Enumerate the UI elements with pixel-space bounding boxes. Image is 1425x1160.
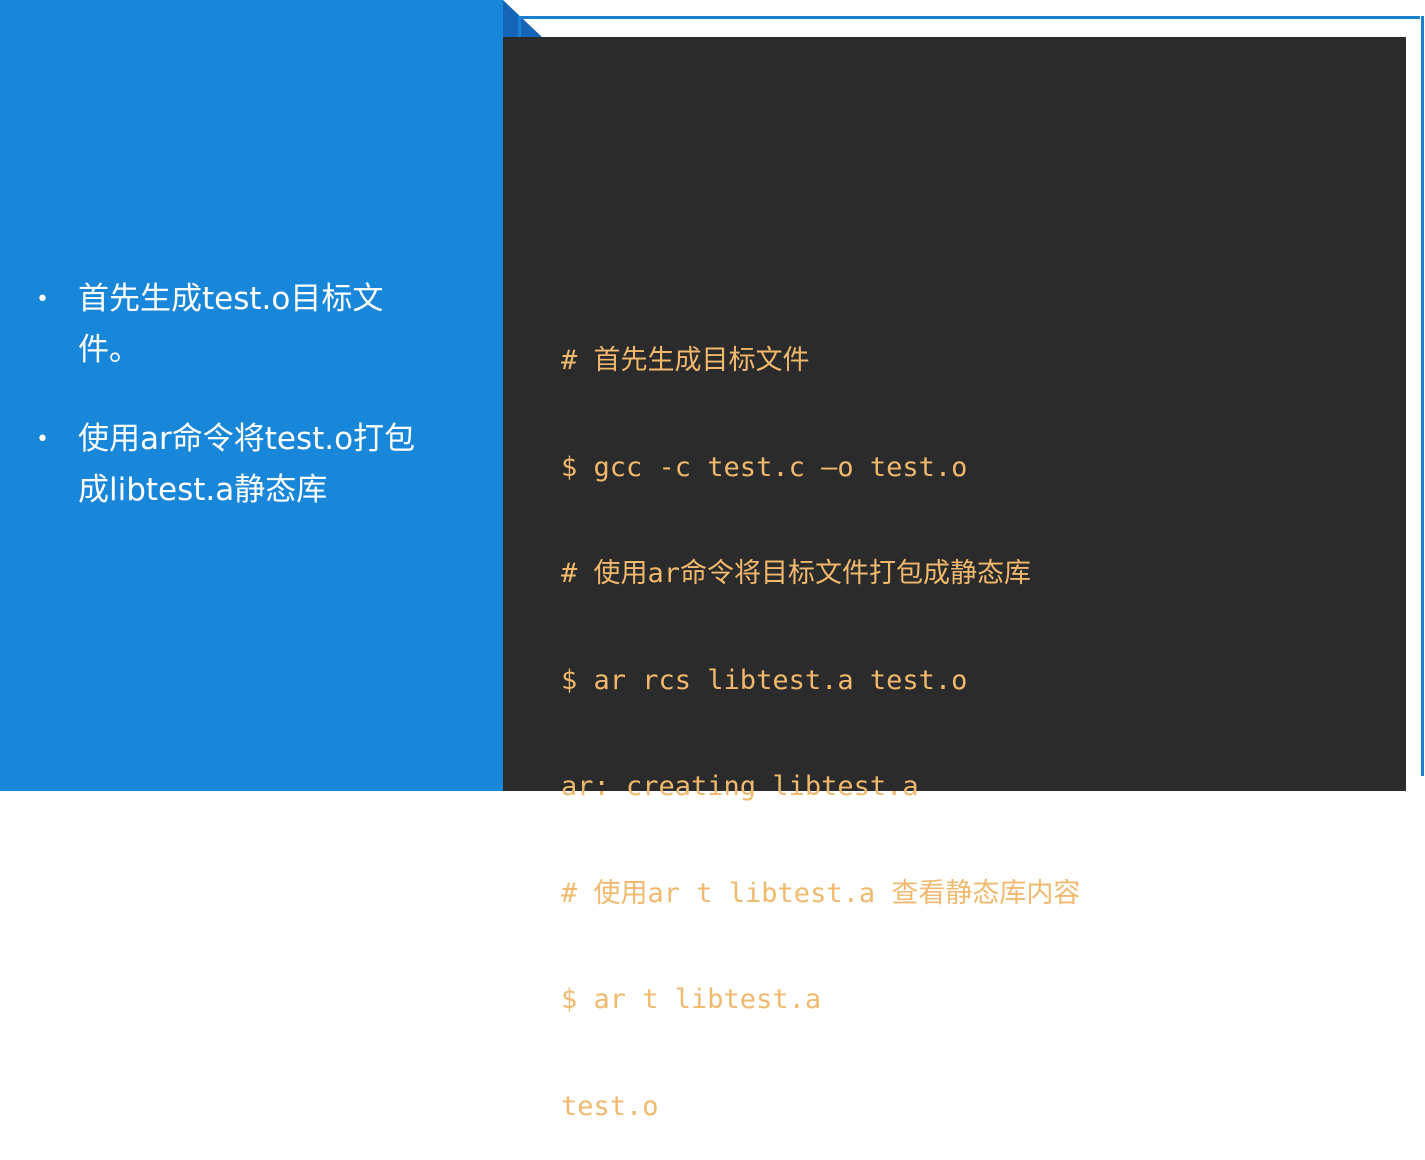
code-line: $ gcc -c test.c —o test.o: [561, 451, 968, 483]
bullet-dot-icon: •: [36, 287, 49, 312]
bullet-text: 使用ar命令将test.o打包成libtest.a静态库: [78, 421, 416, 508]
bullet-item: • 首先生成test.o目标文件。: [36, 274, 436, 376]
code-line: ar: creating libtest.a: [561, 771, 919, 802]
left-panel: • 首先生成test.o目标文件。 • 使用ar命令将test.o打包成libt…: [0, 0, 503, 791]
code-line: test.o: [561, 1090, 659, 1122]
bullet-item: • 使用ar命令将test.o打包成libtest.a静态库: [36, 414, 436, 516]
bullet-list: • 首先生成test.o目标文件。 • 使用ar命令将test.o打包成libt…: [36, 274, 436, 554]
code-line: $ ar t libtest.a: [561, 984, 822, 1015]
code-line: $ ar rcs libtest.a test.o: [561, 664, 968, 696]
code-line: # 首先生成目标文件: [561, 345, 810, 376]
bullet-dot-icon: •: [36, 427, 49, 452]
code-line: # 使用ar命令将目标文件打包成静态库: [561, 558, 1032, 589]
code-block: # 首先生成目标文件 $ gcc -c test.c —o test.o # 使…: [561, 272, 1080, 1160]
code-line: # 使用ar t libtest.a 查看静态库内容: [561, 877, 1081, 909]
frame-right-edge: [1421, 16, 1424, 776]
bullet-text: 首先生成test.o目标文件。: [78, 281, 384, 368]
